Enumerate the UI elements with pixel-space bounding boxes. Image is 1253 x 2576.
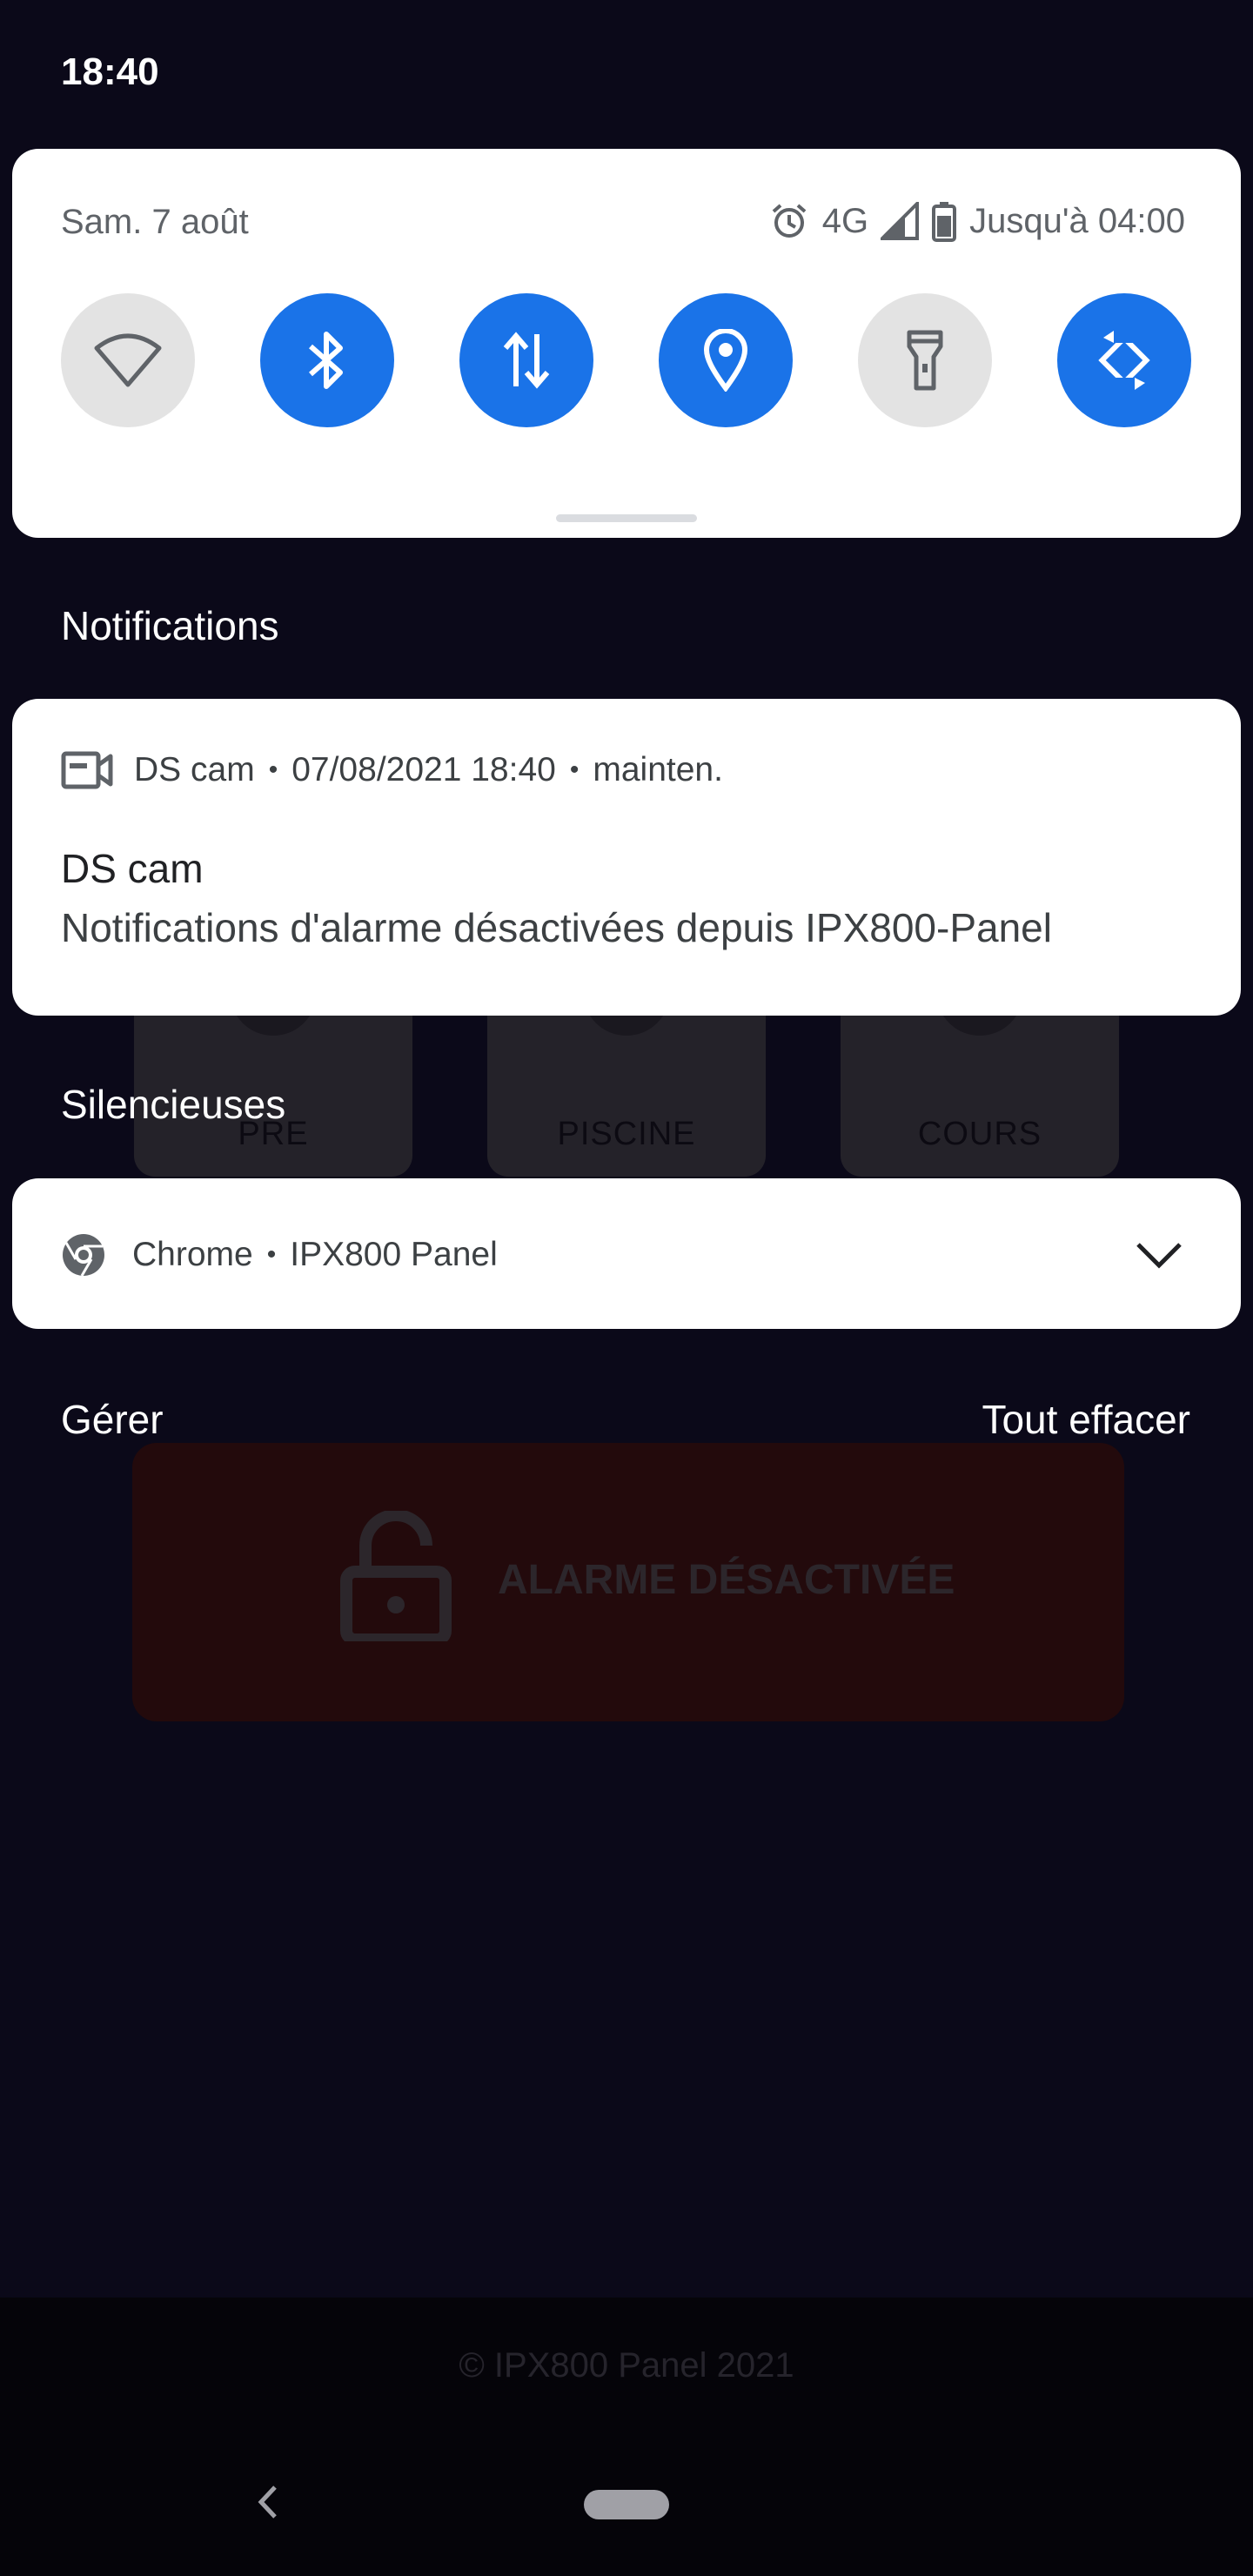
- location-pin-icon: [703, 329, 748, 392]
- tile-location[interactable]: [659, 293, 793, 427]
- notification-when: mainten.: [593, 751, 723, 788]
- tile-mobile-data[interactable]: [459, 293, 593, 427]
- notification-header: Chrome • IPX800 Panel: [61, 1232, 498, 1278]
- tile-bluetooth[interactable]: [260, 293, 394, 427]
- bluetooth-icon: [309, 332, 343, 389]
- notification-app: DS cam: [134, 751, 255, 788]
- network-type: 4G: [821, 201, 869, 240]
- home-pill[interactable]: [584, 2490, 669, 2519]
- qs-date[interactable]: Sam. 7 août: [61, 203, 249, 242]
- quick-settings-panel[interactable]: Sam. 7 août 4G Jusqu'à 04:00: [12, 149, 1241, 538]
- back-icon[interactable]: [252, 2482, 287, 2522]
- notification-body: Notifications d'alarme désactivées depui…: [61, 905, 1052, 950]
- status-time: 18:40: [61, 50, 159, 93]
- qs-status-icons: 4G Jusqu'à 04:00: [768, 198, 1185, 245]
- auto-rotate-icon: [1098, 331, 1150, 390]
- notification-header: DS cam • 07/08/2021 18:40 • mainten.: [61, 751, 723, 789]
- bg-tile-label: PISCINE: [557, 1116, 696, 1152]
- notification-card[interactable]: DS cam • 07/08/2021 18:40 • mainten. DS …: [12, 699, 1241, 1016]
- notifications-heading: Notifications: [61, 603, 279, 648]
- alarm-status-text: ALARME DÉSACTIVÉE: [498, 1557, 955, 1603]
- tile-flashlight[interactable]: [858, 293, 992, 427]
- silent-heading: Silencieuses: [61, 1082, 286, 1127]
- chevron-down-icon[interactable]: [1135, 1241, 1183, 1269]
- notification-app: Chrome: [132, 1236, 253, 1273]
- data-arrows-icon: [503, 332, 550, 389]
- tile-wifi[interactable]: [61, 293, 195, 427]
- unlock-icon: [340, 1511, 452, 1641]
- signal-icon: [881, 202, 920, 240]
- wifi-icon: [94, 333, 162, 387]
- manage-button[interactable]: Gérer: [61, 1396, 164, 1443]
- tile-auto-rotate[interactable]: [1057, 293, 1191, 427]
- flashlight-icon: [907, 330, 943, 391]
- silent-notification-card[interactable]: Chrome • IPX800 Panel: [12, 1178, 1241, 1329]
- qs-drag-handle[interactable]: [556, 514, 697, 522]
- chrome-icon: [63, 1234, 104, 1277]
- notification-title: DS cam: [61, 846, 204, 891]
- battery-icon: [932, 202, 957, 242]
- bg-tile-label: COURS: [917, 1116, 1042, 1152]
- notification-site: IPX800 Panel: [290, 1236, 498, 1273]
- video-camera-icon: [61, 751, 113, 789]
- copyright-text: © IPX800 Panel 2021: [459, 2346, 794, 2385]
- alarm-clock-icon: [772, 204, 807, 238]
- notification-time: 07/08/2021 18:40: [291, 751, 556, 788]
- alarm-status-panel: ALARME DÉSACTIVÉE: [132, 1443, 1124, 1721]
- clear-all-button[interactable]: Tout effacer: [982, 1396, 1190, 1443]
- battery-text: Jusqu'à 04:00: [969, 201, 1185, 240]
- app-footer: © IPX800 Panel 2021: [0, 2298, 1253, 2576]
